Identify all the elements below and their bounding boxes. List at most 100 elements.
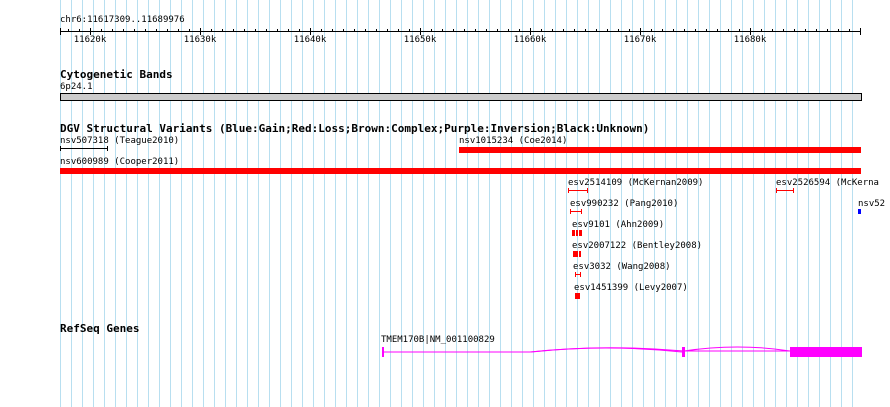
gene-exon: [382, 347, 384, 357]
ruler-axis: [60, 31, 860, 32]
ruler-minor-tick: [387, 29, 388, 32]
grid-line: [346, 0, 347, 407]
grid-line: [181, 0, 182, 407]
dgv-feature-line[interactable]: [60, 148, 108, 149]
ruler-tick-label: 11680k: [733, 35, 767, 45]
ruler-minor-tick: [145, 29, 146, 32]
dgv-feature-end: [575, 272, 576, 277]
dgv-feature-bar[interactable]: [459, 147, 861, 153]
grid-line: [60, 0, 61, 407]
ruler-minor-tick: [684, 29, 685, 32]
dgv-feature-label[interactable]: esv2526594 (McKerna: [776, 178, 879, 189]
ruler-right-end: [860, 28, 861, 35]
ruler-minor-tick: [772, 29, 773, 32]
gene-intron-arc: [683, 346, 791, 352]
ruler-minor-tick: [134, 29, 135, 32]
dgv-feature-bar[interactable]: [60, 168, 861, 174]
ruler-minor-tick: [849, 29, 850, 32]
grid-line: [170, 0, 171, 407]
ruler-minor-tick: [233, 29, 234, 32]
ruler-minor-tick: [673, 29, 674, 32]
ruler-minor-tick: [761, 29, 762, 32]
ruler-minor-tick: [431, 29, 432, 32]
dgv-feature-label[interactable]: nsv507318 (Teague2010): [60, 136, 179, 147]
ruler-major-tick: [640, 28, 641, 35]
dgv-feature-label[interactable]: esv990232 (Pang2010): [570, 199, 678, 210]
grid-line: [93, 0, 94, 407]
track-title-dgv: DGV Structural Variants (Blue:Gain;Red:L…: [60, 122, 650, 135]
ruler-tick-label: 11670k: [623, 35, 657, 45]
ruler-minor-tick: [805, 29, 806, 32]
grid-line: [104, 0, 105, 407]
dgv-feature-label[interactable]: nsv1015234 (Coe2014): [459, 136, 567, 147]
ruler-minor-tick: [508, 29, 509, 32]
dgv-feature-end: [793, 188, 794, 193]
grid-line: [148, 0, 149, 407]
ruler-minor-tick: [827, 29, 828, 32]
ruler-minor-tick: [189, 29, 190, 32]
grid-line: [313, 0, 314, 407]
gene-model[interactable]: [370, 340, 862, 364]
ruler-minor-tick: [794, 29, 795, 32]
ruler-minor-tick: [739, 29, 740, 32]
ruler-minor-tick: [255, 29, 256, 32]
grid-line: [115, 0, 116, 407]
ruler-minor-tick: [332, 29, 333, 32]
ruler-major-tick: [750, 28, 751, 35]
ruler-minor-tick: [442, 29, 443, 32]
dgv-feature-label[interactable]: esv2007122 (Bentley2008): [572, 241, 702, 252]
ruler-minor-tick: [497, 29, 498, 32]
ruler-major-tick: [530, 28, 531, 35]
dgv-feature-bar[interactable]: [572, 230, 582, 236]
dgv-feature-line[interactable]: [776, 190, 794, 191]
dgv-feature-bar[interactable]: [573, 251, 581, 257]
grid-line: [368, 0, 369, 407]
grid-line: [280, 0, 281, 407]
ruler-tick-label: 11620k: [73, 35, 107, 45]
ruler-minor-tick: [717, 29, 718, 32]
ruler-minor-tick: [629, 29, 630, 32]
grid-line: [247, 0, 248, 407]
ruler-major-tick: [200, 28, 201, 35]
grid-line: [291, 0, 292, 407]
dgv-feature-label[interactable]: esv9101 (Ahn2009): [572, 220, 664, 231]
dgv-feature-bar[interactable]: [858, 209, 861, 214]
dgv-feature-label[interactable]: esv1451399 (Levy2007): [574, 283, 688, 294]
ruler-minor-tick: [574, 29, 575, 32]
grid-line: [159, 0, 160, 407]
grid-line: [258, 0, 259, 407]
ruler-tick-label: 11630k: [183, 35, 217, 45]
ruler-minor-tick: [288, 29, 289, 32]
gene-exon: [790, 347, 862, 357]
ruler-minor-tick: [112, 29, 113, 32]
grid-line: [302, 0, 303, 407]
dgv-feature-label[interactable]: esv3032 (Wang2008): [573, 262, 671, 273]
dgv-feature-gap: [578, 251, 579, 257]
dgv-feature-label[interactable]: esv2514109 (McKernan2009): [568, 178, 703, 189]
cytoband-bar[interactable]: [60, 93, 862, 101]
dgv-feature-end: [60, 146, 61, 151]
dgv-feature-gap: [575, 230, 576, 236]
ruler-minor-tick: [101, 29, 102, 32]
dgv-feature-label[interactable]: nsv600989 (Cooper2011): [60, 157, 179, 168]
ruler-minor-tick: [453, 29, 454, 32]
grid-line: [126, 0, 127, 407]
dgv-feature-bar[interactable]: [575, 293, 580, 299]
grid-line: [203, 0, 204, 407]
grid-line: [71, 0, 72, 407]
ruler-tick-label: 11640k: [293, 35, 327, 45]
cytoband-label[interactable]: 6p24.1: [60, 82, 93, 93]
ruler-minor-tick: [695, 29, 696, 32]
gene-intron-arc: [530, 347, 683, 353]
ruler-minor-tick: [662, 29, 663, 32]
ruler-minor-tick: [79, 29, 80, 32]
ruler-left-end: [60, 28, 61, 35]
ruler-minor-tick: [354, 29, 355, 32]
ruler-minor-tick: [486, 29, 487, 32]
dgv-feature-label[interactable]: nsv52: [858, 199, 885, 210]
grid-line: [214, 0, 215, 407]
grid-line: [192, 0, 193, 407]
dgv-feature-line[interactable]: [568, 190, 588, 191]
grid-line: [269, 0, 270, 407]
dgv-feature-end: [581, 209, 582, 214]
